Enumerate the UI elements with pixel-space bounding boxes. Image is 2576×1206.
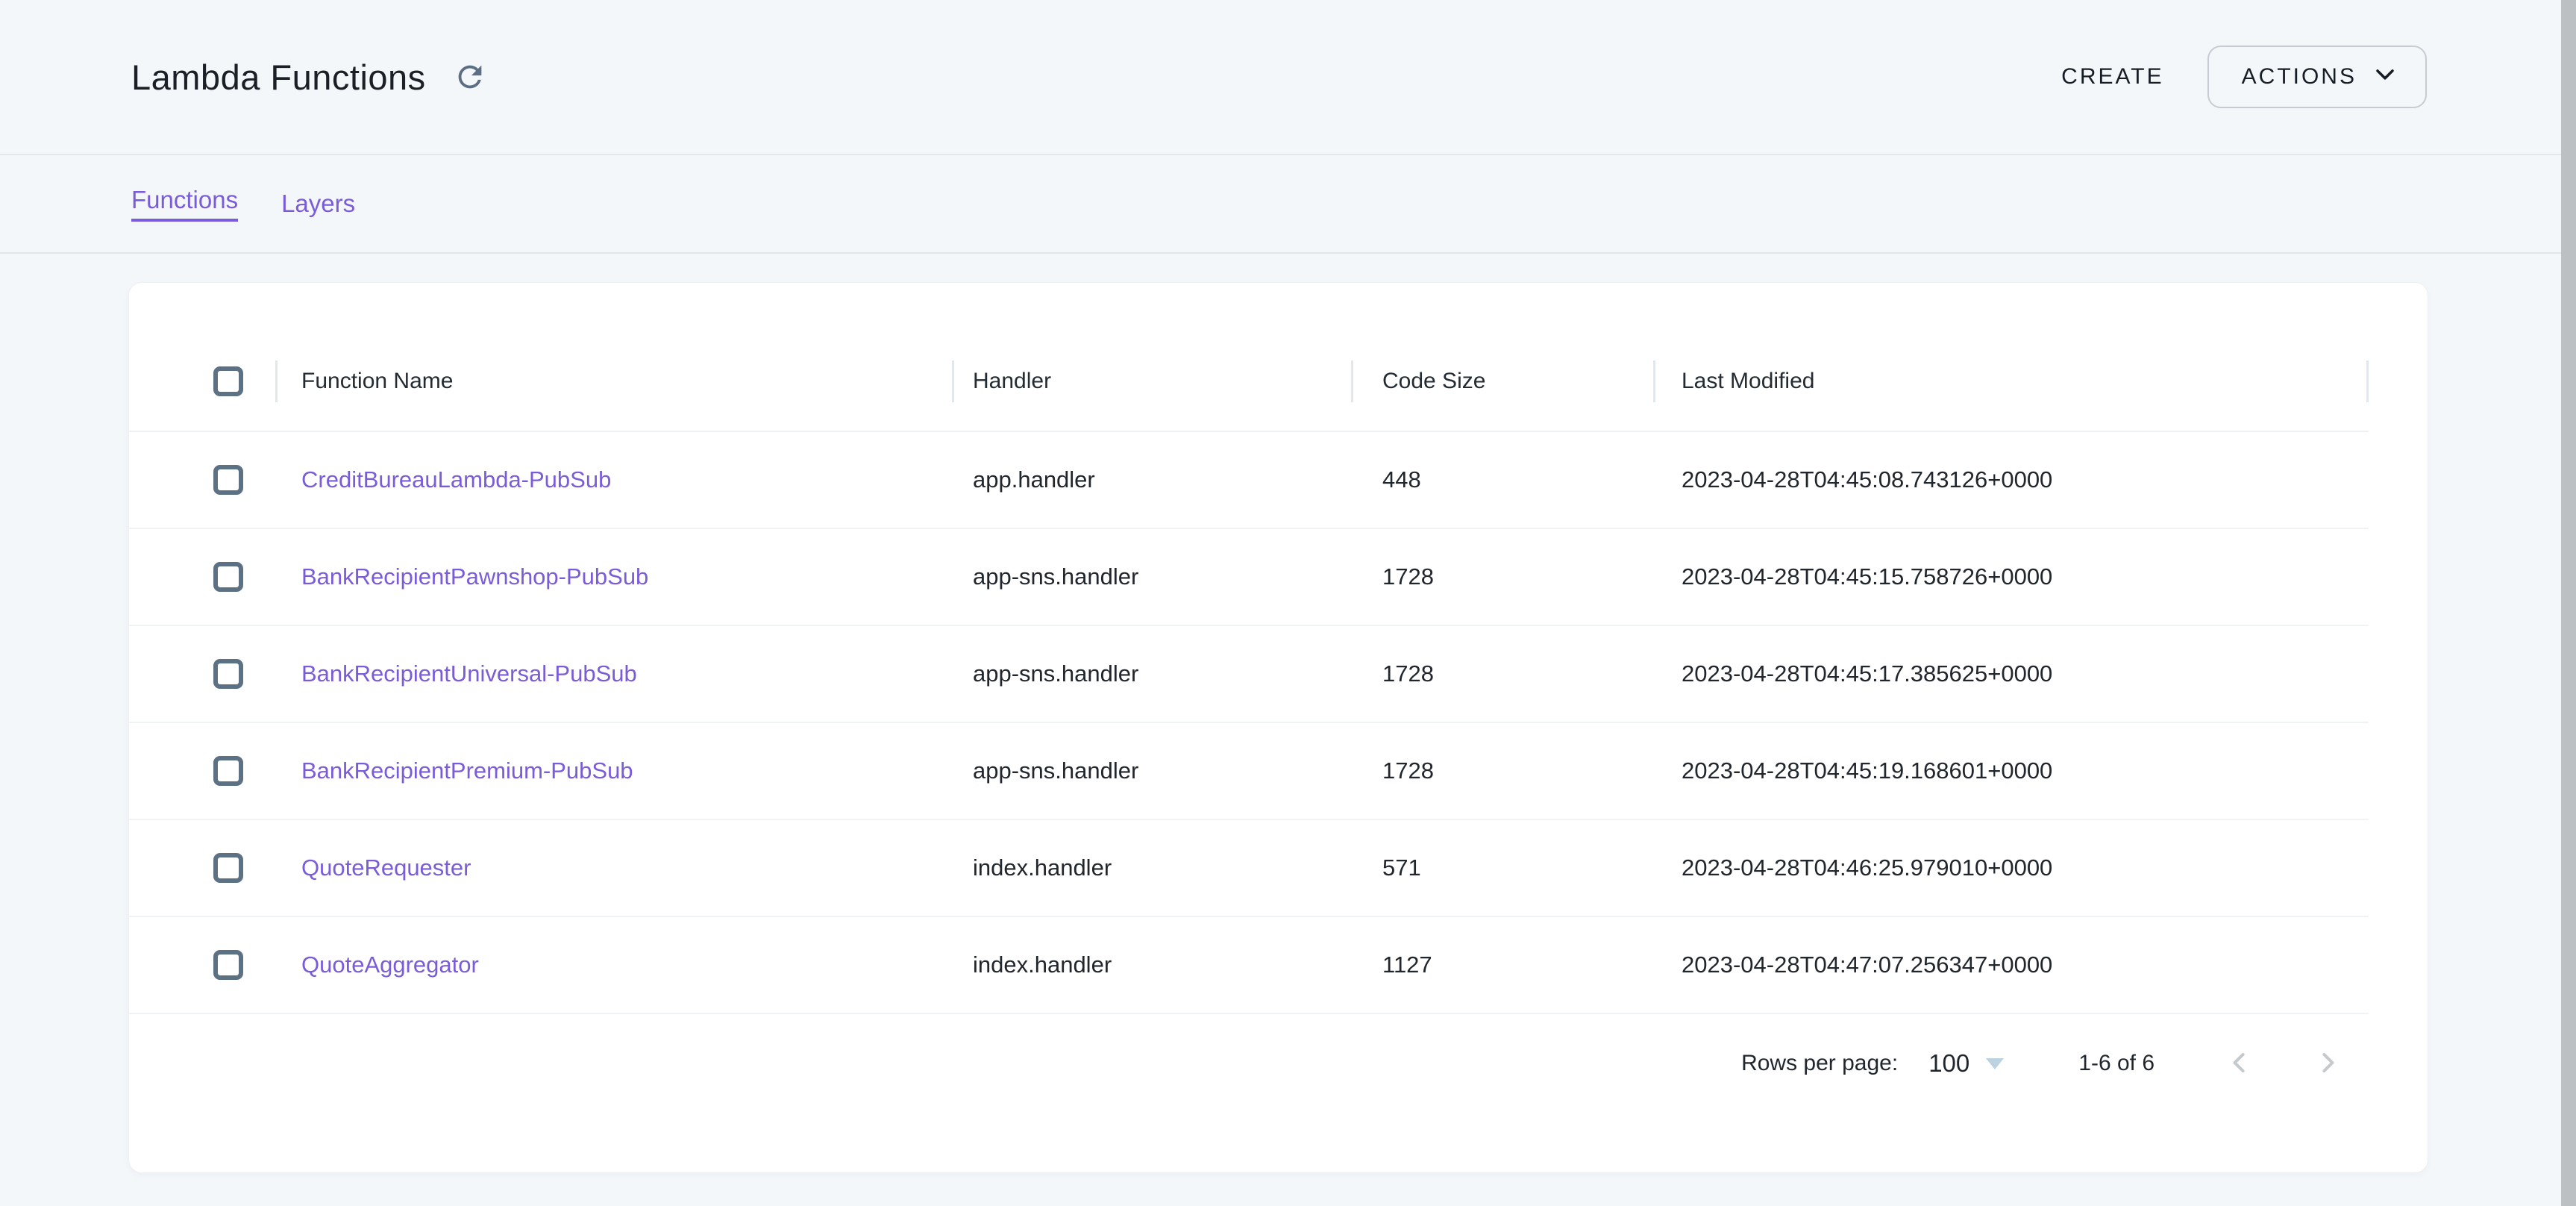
table-row: CreditBureauLambda-PubSub app.handler4482… bbox=[129, 432, 2369, 529]
row-checkbox[interactable] bbox=[213, 756, 243, 786]
tab-functions[interactable]: Functions bbox=[131, 186, 238, 222]
table-body: CreditBureauLambda-PubSubapp.handler4482… bbox=[129, 432, 2428, 1014]
app-header: Lambda Functions CREATE ACTIONS bbox=[0, 0, 2576, 155]
column-header-last-modified: Last Modified bbox=[1653, 332, 2369, 431]
function-name-link[interactable]: CreditBureauLambda-PubSub bbox=[301, 466, 611, 493]
table-header-row: Function Name Handler Code Size Last Mod… bbox=[129, 332, 2369, 432]
handler-cell: app-sns.handler bbox=[952, 723, 1351, 819]
last-modified-cell: 2023-04-28T04:45:19.168601+0000 bbox=[1653, 723, 2369, 819]
rows-per-page-select[interactable]: 100 bbox=[1928, 1049, 2004, 1078]
chevron-right-icon bbox=[2311, 1046, 2344, 1081]
row-checkbox[interactable] bbox=[213, 659, 243, 689]
actions-button-label: ACTIONS bbox=[2242, 64, 2357, 90]
previous-page-button[interactable] bbox=[2223, 1047, 2256, 1080]
column-header-code-size: Code Size bbox=[1351, 332, 1653, 431]
row-checkbox[interactable] bbox=[213, 853, 243, 883]
column-header-function-name: Function Name bbox=[275, 332, 952, 431]
function-name-link[interactable]: QuoteRequester bbox=[301, 854, 471, 881]
table-row: BankRecipientPremium-PubSub app-sns.handl… bbox=[129, 723, 2369, 820]
function-name-link[interactable]: BankRecipientUniversal-PubSub bbox=[301, 660, 637, 687]
handler-cell: app-sns.handler bbox=[952, 529, 1351, 625]
next-page-button[interactable] bbox=[2311, 1047, 2344, 1080]
rows-per-page-label: Rows per page: bbox=[1741, 1051, 1898, 1076]
code-size-cell: 1728 bbox=[1351, 723, 1653, 819]
column-header-handler: Handler bbox=[952, 332, 1351, 431]
select-all-checkbox[interactable] bbox=[213, 366, 243, 396]
row-checkbox[interactable] bbox=[213, 950, 243, 980]
code-size-cell: 1728 bbox=[1351, 529, 1653, 625]
code-size-cell: 1127 bbox=[1351, 917, 1653, 1013]
table-row: QuoteAggregator index.handler11272023-04-… bbox=[129, 917, 2369, 1014]
tab-layers[interactable]: Layers bbox=[281, 190, 355, 218]
handler-cell: index.handler bbox=[952, 917, 1351, 1013]
page-title: Lambda Functions bbox=[131, 57, 426, 98]
function-name-link[interactable]: BankRecipientPawnshop-PubSub bbox=[301, 563, 648, 590]
chevron-down-icon bbox=[2370, 59, 2400, 95]
row-checkbox[interactable] bbox=[213, 562, 243, 592]
code-size-cell: 448 bbox=[1351, 432, 1653, 528]
create-button[interactable]: CREATE bbox=[2061, 64, 2163, 90]
header-checkbox-cell bbox=[129, 332, 275, 431]
last-modified-cell: 2023-04-28T04:45:15.758726+0000 bbox=[1653, 529, 2369, 625]
handler-cell: app.handler bbox=[952, 432, 1351, 528]
row-checkbox-cell bbox=[129, 529, 275, 625]
code-size-cell: 571 bbox=[1351, 820, 1653, 916]
last-modified-cell: 2023-04-28T04:46:25.979010+0000 bbox=[1653, 820, 2369, 916]
last-modified-cell: 2023-04-28T04:47:07.256347+0000 bbox=[1653, 917, 2369, 1013]
table-row: BankRecipientPawnshop-PubSub app-sns.hand… bbox=[129, 529, 2369, 626]
table-row: QuoteRequester index.handler5712023-04-28… bbox=[129, 820, 2369, 917]
chevron-left-icon bbox=[2223, 1046, 2256, 1081]
pagination-range: 1-6 of 6 bbox=[2078, 1051, 2154, 1076]
handler-cell: app-sns.handler bbox=[952, 626, 1351, 722]
refresh-icon[interactable] bbox=[453, 60, 487, 94]
row-checkbox-cell bbox=[129, 626, 275, 722]
last-modified-cell: 2023-04-28T04:45:08.743126+0000 bbox=[1653, 432, 2369, 528]
function-name-link[interactable]: BankRecipientPremium-PubSub bbox=[301, 757, 633, 784]
pagination-bar: Rows per page: 100 1-6 of 6 bbox=[129, 1014, 2428, 1113]
actions-button[interactable]: ACTIONS bbox=[2207, 46, 2427, 108]
row-checkbox[interactable] bbox=[213, 465, 243, 495]
row-checkbox-cell bbox=[129, 820, 275, 916]
last-modified-cell: 2023-04-28T04:45:17.385625+0000 bbox=[1653, 626, 2369, 722]
row-checkbox-cell bbox=[129, 432, 275, 528]
row-checkbox-cell bbox=[129, 723, 275, 819]
function-name-link[interactable]: QuoteAggregator bbox=[301, 952, 479, 978]
code-size-cell: 1728 bbox=[1351, 626, 1653, 722]
rows-per-page-value: 100 bbox=[1928, 1049, 1969, 1078]
handler-cell: index.handler bbox=[952, 820, 1351, 916]
table-row: BankRecipientUniversal-PubSub app-sns.han… bbox=[129, 626, 2369, 723]
select-arrow-icon bbox=[1986, 1058, 2004, 1069]
vertical-scrollbar[interactable] bbox=[2561, 0, 2576, 1206]
row-checkbox-cell bbox=[129, 917, 275, 1013]
functions-table-card: Function Name Handler Code Size Last Mod… bbox=[128, 282, 2428, 1173]
tabs-bar: Functions Layers bbox=[0, 155, 2576, 254]
